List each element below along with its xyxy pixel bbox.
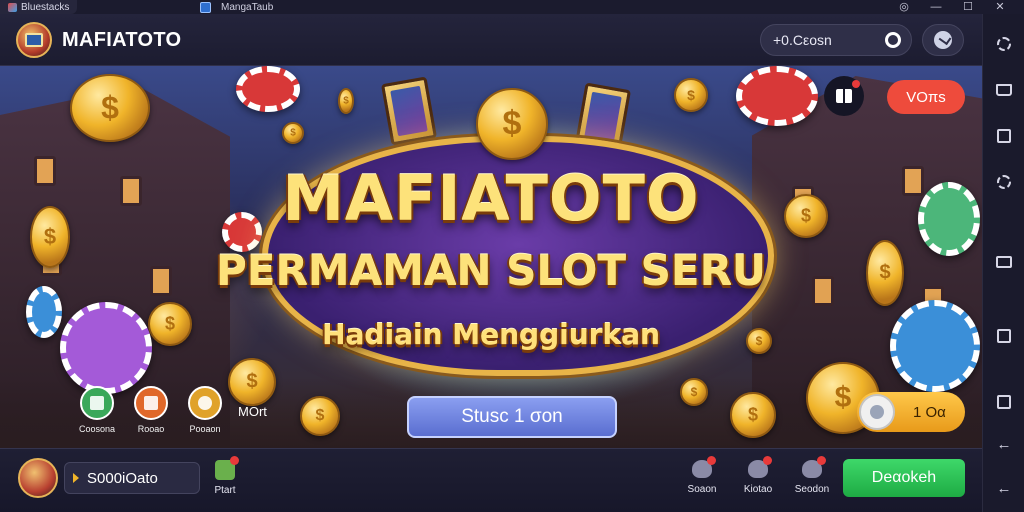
banner-subheadline: PERMAMAN SLOT SERU bbox=[215, 246, 767, 295]
quick-action-3[interactable]: Pooaon bbox=[182, 386, 228, 434]
chat-icon bbox=[934, 31, 952, 49]
gift-button[interactable] bbox=[824, 76, 864, 116]
window-title-text: MangaTaub bbox=[221, 1, 274, 13]
app-header: MAFIATOTO +0.Cεosn bbox=[0, 14, 982, 66]
wallet-text: S000iOato bbox=[87, 469, 158, 487]
account-icon[interactable]: ◎ bbox=[898, 1, 910, 13]
screenshot-icon[interactable] bbox=[994, 126, 1014, 146]
coin-icon bbox=[338, 88, 354, 114]
camera-icon[interactable] bbox=[994, 172, 1014, 192]
banner-headline: MAFIATOTO bbox=[282, 162, 700, 235]
wallet-display[interactable]: S000iOato bbox=[64, 462, 200, 494]
minimize-icon[interactable]: — bbox=[930, 1, 942, 13]
playing-card-icon bbox=[380, 76, 438, 146]
counter-icon bbox=[859, 394, 895, 430]
settings-icon bbox=[802, 456, 826, 478]
deposit-button[interactable]: Deαokeh bbox=[843, 459, 965, 497]
nav-label: Kiotao bbox=[743, 484, 773, 495]
coin-icon bbox=[70, 74, 150, 142]
app-window-icon bbox=[200, 1, 211, 13]
bluestacks-icon bbox=[8, 2, 17, 12]
app-logo[interactable] bbox=[16, 22, 52, 58]
poker-chip-icon bbox=[736, 66, 818, 126]
gift-icon bbox=[748, 456, 772, 478]
notification-badge bbox=[852, 80, 860, 88]
more-link[interactable]: MOrt bbox=[238, 404, 267, 419]
book-icon[interactable] bbox=[994, 80, 1014, 100]
back-icon[interactable]: ← bbox=[994, 434, 1014, 454]
counter-text: 1 Oα bbox=[913, 403, 946, 421]
quick-action-2[interactable]: Rooao bbox=[128, 386, 174, 434]
chat-button[interactable] bbox=[922, 24, 964, 56]
bottom-bar: S000iOato Ptart Soaon Kiotao Seodon Deαo… bbox=[0, 448, 982, 512]
maximize-icon[interactable]: ☐ bbox=[962, 1, 974, 13]
puzzle-icon bbox=[215, 456, 239, 480]
counter-pill[interactable]: 1 Oα bbox=[857, 392, 965, 432]
nav-label: Seodon bbox=[794, 484, 830, 495]
coin-icon bbox=[680, 378, 708, 406]
quick-actions: Coosona Rooao Pooaon MOrt bbox=[74, 386, 267, 434]
app-name: MAFIATOTO bbox=[62, 29, 182, 51]
home-arrow-icon[interactable]: ← bbox=[994, 478, 1014, 498]
coin-icon bbox=[282, 122, 304, 144]
quick-action-label: Rooao bbox=[137, 424, 165, 434]
settings-icon[interactable] bbox=[994, 34, 1014, 54]
start-shortcut[interactable]: Ptart bbox=[210, 456, 240, 496]
document-icon bbox=[134, 386, 168, 420]
nav-label: Soaon bbox=[687, 484, 717, 495]
quick-action-label: Pooaon bbox=[189, 424, 221, 434]
avatar[interactable] bbox=[18, 458, 58, 498]
multi-instance-icon[interactable] bbox=[994, 392, 1014, 412]
nav-item-gift[interactable]: Kiotao bbox=[736, 456, 780, 495]
window-titlebar: Bluestacks MangaTaub ◎ — ☐ ✕ bbox=[0, 0, 1024, 14]
close-icon[interactable]: ✕ bbox=[994, 1, 1006, 13]
nav-item-settings[interactable]: Seodon bbox=[790, 456, 834, 495]
coin-icon bbox=[674, 78, 708, 112]
gift-icon bbox=[836, 89, 852, 103]
window-controls: ◎ — ☐ ✕ bbox=[898, 0, 1006, 14]
coin-icon bbox=[300, 396, 340, 436]
quick-action-label: Coosona bbox=[78, 424, 116, 434]
big-coin-icon bbox=[476, 88, 548, 160]
balance-pill[interactable]: +0.Cεosn bbox=[760, 24, 912, 56]
quick-action-1[interactable]: Coosona bbox=[74, 386, 120, 434]
promo-button[interactable]: VOπs bbox=[887, 80, 965, 114]
person-chart-icon bbox=[80, 386, 114, 420]
coin-icon bbox=[188, 386, 222, 420]
play-icon bbox=[73, 473, 79, 483]
banner-tagline: Hadiain Menggiurkan bbox=[322, 318, 660, 351]
fullscreen-icon[interactable] bbox=[994, 252, 1014, 272]
emulator-tab-label: Bluestacks bbox=[21, 1, 70, 13]
chat-icon bbox=[692, 456, 716, 478]
poker-chip-icon bbox=[236, 66, 300, 112]
emulator-tab[interactable]: Bluestacks bbox=[0, 0, 78, 14]
hero-banner[interactable]: MAFIATOTO PERMAMAN SLOT SERU Hadiain Men… bbox=[0, 66, 982, 448]
nav-item-chat[interactable]: Soaon bbox=[680, 456, 724, 495]
start-button[interactable]: Stusc 1 σon bbox=[407, 396, 617, 438]
emulator-toolbar: ← ← bbox=[982, 14, 1024, 512]
balance-text: +0.Cεosn bbox=[773, 32, 832, 48]
coin-icon bbox=[730, 392, 776, 438]
window-title: MangaTaub bbox=[200, 0, 273, 14]
start-shortcut-label: Ptart bbox=[214, 485, 236, 496]
rotate-icon[interactable] bbox=[994, 326, 1014, 346]
refresh-balance-icon[interactable] bbox=[885, 32, 901, 48]
